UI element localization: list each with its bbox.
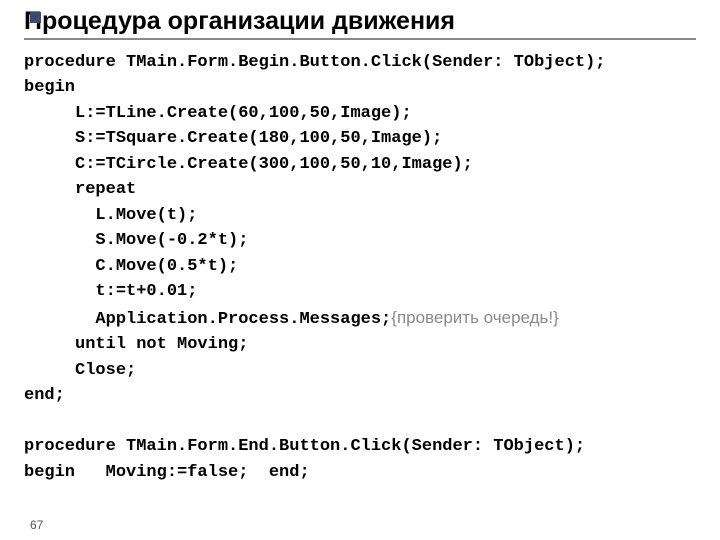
code-line: S.Move(-0.2*t); bbox=[24, 231, 248, 250]
code-line: S:=TSquare.Create(180,100,50,Image); bbox=[24, 129, 442, 148]
code-line: end; bbox=[24, 386, 65, 405]
code-block: procedure TMain.Form.Begin.Button.Click(… bbox=[24, 50, 696, 486]
code-line: C:=TCircle.Create(300,100,50,10,Image); bbox=[24, 155, 473, 174]
code-line: t:=t+0.01; bbox=[24, 282, 197, 301]
code-line: L.Move(t); bbox=[24, 206, 197, 225]
code-line: begin bbox=[24, 78, 75, 97]
slide-title: Процедура организации движения bbox=[24, 8, 696, 40]
page-number: 67 bbox=[30, 518, 43, 532]
code-line: C.Move(0.5*t); bbox=[24, 257, 238, 276]
code-line: procedure TMain.Form.Begin.Button.Click(… bbox=[24, 53, 606, 72]
code-comment: {проверить очередь!} bbox=[391, 308, 559, 327]
code-line: Application.Process.Messages; bbox=[24, 310, 391, 329]
code-line: repeat bbox=[24, 180, 136, 199]
code-line: begin Moving:=false; end; bbox=[24, 463, 310, 482]
title-bullet-icon bbox=[30, 12, 41, 23]
code-line: procedure TMain.Form.End.Button.Click(Se… bbox=[24, 437, 585, 456]
code-line: L:=TLine.Create(60,100,50,Image); bbox=[24, 104, 412, 123]
code-line: until not Moving; bbox=[24, 335, 248, 354]
code-line: Close; bbox=[24, 361, 136, 380]
